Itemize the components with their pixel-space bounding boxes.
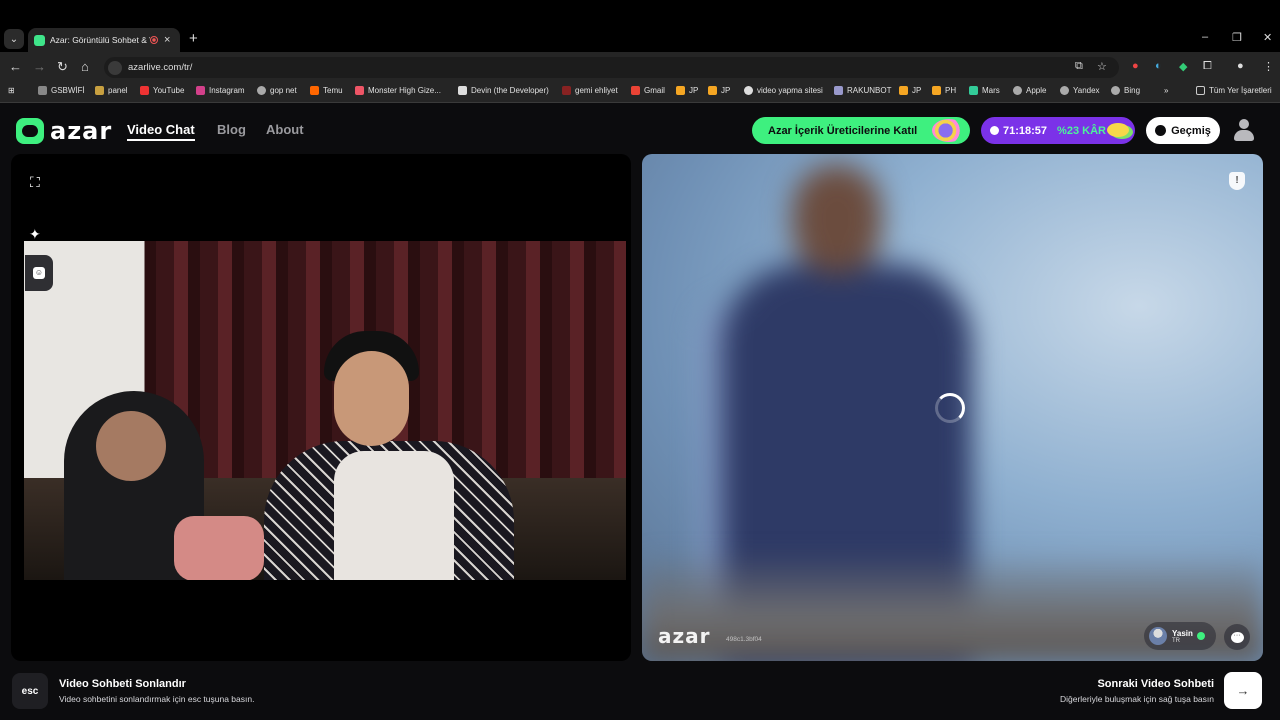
history-button[interactable]: Geçmiş — [1146, 117, 1220, 144]
peer-info-badge[interactable]: Yasin TR — [1144, 622, 1216, 650]
bookmark-item[interactable]: Instagram — [196, 86, 245, 95]
apps-grid-icon[interactable]: ⊞ — [8, 86, 15, 95]
logo-text: azar — [50, 117, 113, 145]
clock-icon — [990, 126, 999, 135]
bookmark-item[interactable]: JP — [899, 86, 921, 95]
bookmark-item[interactable]: JP — [676, 86, 698, 95]
peer-name: Yasin — [1172, 628, 1193, 638]
browser-tab[interactable]: Azar: Görüntülü Sohbet & V × — [28, 28, 180, 52]
forward-arrow-icon[interactable]: → — [33, 59, 46, 74]
tab-close-button[interactable]: × — [164, 34, 170, 46]
bookmark-item[interactable]: RAKUNBOT — [834, 86, 891, 95]
bookmark-item[interactable]: panel — [95, 86, 128, 95]
user-avatar-icon[interactable] — [1234, 119, 1254, 141]
bookmark-item[interactable]: Yandex — [1060, 86, 1100, 95]
my-video-panel — [11, 154, 631, 661]
next-chat-title: Sonraki Video Sohbeti — [1097, 678, 1214, 690]
extension-icon[interactable]: ● — [1132, 60, 1139, 72]
join-creators-button[interactable]: Azar İçerik Üreticilerine Katıl — [752, 117, 970, 144]
shield-extension-icon[interactable]: ◆ — [1179, 60, 1187, 73]
tab-search-button[interactable]: ⌄ — [4, 29, 24, 49]
promo-timer-button[interactable]: 71:18:57 %23 KÂR — [981, 117, 1135, 144]
fullscreen-icon[interactable]: ⛶ — [30, 174, 40, 191]
profile-icon[interactable]: ● — [1237, 60, 1244, 72]
azar-logo[interactable]: azar — [16, 117, 112, 145]
promo-timer: 71:18:57 — [1003, 124, 1048, 137]
mask-effects-button[interactable]: ☺ — [25, 255, 53, 291]
peer-country: TR — [1172, 637, 1180, 644]
esc-key-button[interactable]: esc — [12, 673, 48, 709]
reload-icon[interactable]: ↻ — [57, 59, 68, 75]
bookmark-star-icon[interactable]: ☆ — [1097, 60, 1107, 73]
extensions-puzzle-icon[interactable]: ⧠ — [1203, 60, 1212, 73]
home-icon[interactable]: ⌂ — [81, 59, 89, 74]
url-text: azarlive.com/tr/ — [128, 62, 193, 73]
my-camera-feed — [24, 241, 626, 580]
history-label: Geçmiş — [1171, 124, 1211, 137]
azar-watermark: azar — [658, 624, 711, 648]
loading-spinner-icon — [935, 393, 965, 423]
bookmark-item[interactable]: Monster High Gize... — [355, 86, 441, 95]
restore-button[interactable]: ❐ — [1232, 31, 1242, 44]
chat-bubble-icon: ··· — [1230, 631, 1244, 643]
next-chat-hint: Diğerleriyle buluşmak için sağ tuşa bası… — [1059, 694, 1214, 704]
chat-button[interactable]: ··· — [1224, 624, 1250, 650]
bookmark-item[interactable]: Gmail — [631, 86, 665, 95]
report-shield-icon[interactable]: ! — [1229, 172, 1245, 190]
all-bookmarks-folder[interactable]: Tüm Yer İşaretleri — [1196, 86, 1272, 95]
minimize-button[interactable]: – — [1202, 31, 1208, 43]
creator-button-label: Azar İçerik Üreticilerine Katıl — [768, 124, 918, 137]
end-chat-title: Video Sohbeti Sonlandır — [59, 678, 186, 690]
tab-title: Azar: Görüntülü Sohbet & V — [50, 35, 150, 45]
remote-video-panel: ! azar 498c1.3bf04 Yasin TR ··· — [642, 154, 1263, 661]
bookmark-item[interactable]: GSBWİFİ — [38, 86, 85, 95]
nav-video-chat[interactable]: Video Chat — [127, 122, 195, 141]
site-info-icon[interactable] — [108, 60, 122, 75]
peer-avatar — [1149, 627, 1167, 645]
address-bar[interactable]: azarlive.com/tr/ — [104, 57, 1119, 78]
azar-logo-icon — [16, 118, 44, 144]
bookmarks-overflow-button[interactable]: » — [1164, 86, 1168, 95]
history-clock-icon — [1155, 125, 1167, 136]
bookmark-item[interactable]: Mars — [969, 86, 1000, 95]
nav-about[interactable]: About — [266, 122, 304, 137]
extension-icon[interactable]: ◐ — [1155, 60, 1162, 72]
recording-indicator-icon — [150, 36, 158, 44]
end-chat-hint: Video sohbetini sonlandırmak için esc tu… — [59, 694, 255, 704]
bookmark-item[interactable]: JP — [708, 86, 730, 95]
nav-blog[interactable]: Blog — [217, 122, 246, 137]
bookmark-item[interactable]: gemi ehliyet — [562, 86, 618, 95]
effects-sparkle-icon[interactable]: ✦ — [29, 226, 41, 243]
next-chat-button[interactable]: → — [1224, 672, 1262, 709]
bookmark-item[interactable]: Temu — [310, 86, 343, 95]
bookmark-item[interactable]: gop net — [257, 86, 297, 95]
verified-badge-icon — [1196, 632, 1205, 640]
bookmark-item[interactable]: Devin (the Developer) — [458, 86, 549, 95]
watermark-id: 498c1.3bf04 — [726, 636, 762, 643]
bookmark-item[interactable]: Bing — [1111, 86, 1140, 95]
bookmark-item[interactable]: PH — [932, 86, 956, 95]
bookmark-item[interactable]: YouTube — [140, 86, 184, 95]
promo-discount: %23 KÂR — [1057, 124, 1106, 137]
face-mask-icon: ☺ — [33, 267, 45, 279]
creator-decoration-icon — [932, 119, 966, 142]
back-arrow-icon[interactable]: ← — [9, 59, 22, 74]
right-arrow-icon: → — [1236, 683, 1250, 698]
install-app-icon[interactable]: ⧉ — [1075, 60, 1083, 73]
bookmark-item[interactable]: Apple — [1013, 86, 1046, 95]
bookmark-item[interactable]: video yapma sitesi — [744, 86, 823, 95]
azar-favicon-icon — [34, 34, 45, 46]
new-tab-button[interactable]: + — [189, 30, 198, 47]
browser-menu-icon[interactable]: ⋮ — [1263, 60, 1274, 73]
close-window-button[interactable]: ✕ — [1263, 31, 1272, 44]
coins-icon — [1107, 123, 1129, 137]
